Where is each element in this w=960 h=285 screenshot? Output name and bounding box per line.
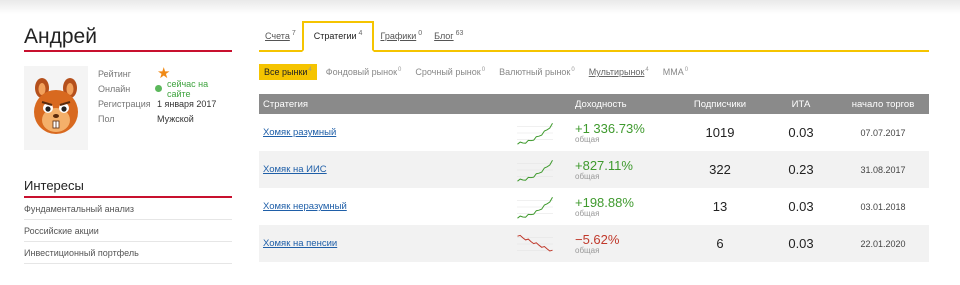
subscribers-value: 322 [709,162,731,177]
start-date: 03.01.2018 [860,201,906,212]
tab-blog-count: 63 [455,30,464,37]
yield-label: общая [575,245,600,255]
sparkline-up-icon [517,196,553,219]
strategy-link[interactable]: Хомяк неразумный [263,201,347,212]
interest-item[interactable]: Российские акции [24,220,232,242]
yield-value: +198.88% [575,194,634,210]
ita-value: 0.03 [788,125,814,140]
sparkline-up-icon [517,159,553,182]
tab-accounts-label: Счета [265,31,290,41]
table-row: Хомяк разумный +1 336.73% общая 1019 0.03… [259,114,929,151]
online-status: сейчас на сайте [166,78,209,99]
profile-body: Рейтинг ★ Онлайн сейчас на сайте Регистр… [24,66,232,166]
registration-label: Регистрация [98,98,151,109]
tab-charts-label: Графики [380,31,417,41]
filter-label: Валютный рынок [499,67,571,77]
filter-all-markets[interactable]: Все рынки4 [259,64,317,80]
tab-blog[interactable]: Блог 63 [428,30,469,50]
filter-count: 0 [398,67,402,73]
filter-label: Фондовый рынок [325,67,398,77]
sparkline-down-icon [517,234,553,252]
start-date: 31.08.2017 [860,164,906,175]
table-row: Хомяк неразумный +198.88% общая 13 0.03 0… [259,188,929,225]
tab-accounts-count: 7 [291,30,296,37]
start-date: 07.07.2017 [860,127,906,138]
gender-label: Пол [98,113,115,124]
table-header-row: Стратегия Доходность Подписчики ИТА нача… [259,94,929,114]
filter-count: 0 [571,67,575,73]
avatar[interactable] [24,66,88,150]
filter-futures-market[interactable]: Срочный рынок0 [410,64,490,80]
table-row: Хомяк на ИИС +827.11% общая 322 0.23 31.0… [259,151,929,188]
filter-currency-market[interactable]: Валютный рынок0 [494,64,580,80]
ita-value: 0.03 [788,236,814,251]
filter-count: 0 [481,67,486,73]
tab-charts[interactable]: Графики 0 [374,30,428,50]
yield-value: +827.11% [575,157,633,173]
interests-panel: Интересы Фундаментальный анализ Российск… [24,178,232,264]
header-spark [517,94,575,114]
profile-panel: Андрей Рейтинг ★ Онлайн сейчас на сайте … [24,24,232,166]
interest-item[interactable]: Инвестиционный портфель [24,242,232,264]
gender-row: Пол Мужской [98,111,232,126]
strategy-link[interactable]: Хомяк на ИИС [263,164,327,175]
strategies-table: Стратегия Доходность Подписчики ИТА нача… [259,94,929,262]
tab-accounts[interactable]: Счета 7 [259,30,302,50]
strategy-link[interactable]: Хомяк на пенсии [263,238,337,249]
ita-value: 0.23 [788,162,814,177]
header-yield[interactable]: Доходность [575,94,675,114]
rating-label: Рейтинг [98,68,132,79]
top-shadow [0,0,960,14]
yield-label: общая [575,208,600,218]
tab-strategies-label: Стратегии [313,31,357,41]
subscribers-value: 6 [716,236,724,251]
gender-value: Мужской [157,113,194,124]
tab-strategies[interactable]: Стратегии 4 [301,21,375,52]
filter-stock-market[interactable]: Фондовый рынок0 [321,64,407,80]
online-label: Онлайн [98,83,131,94]
filter-label: ММА [662,67,684,77]
header-subscribers[interactable]: Подписчики [675,94,765,114]
header-start[interactable]: начало торгов [837,94,929,114]
header-strategy[interactable]: Стратегия [259,94,517,114]
subscribers-value: 1019 [705,125,735,140]
yield-label: общая [575,134,600,144]
filter-count: 0 [684,67,689,73]
sparkline-up-icon [517,122,553,145]
interest-item[interactable]: Фундаментальный анализ [24,198,232,220]
yield-label: общая [575,171,600,181]
tab-charts-count: 0 [418,30,423,37]
filter-mma[interactable]: ММА0 [658,64,693,80]
filter-count: 4 [645,67,649,73]
filter-label: Срочный рынок [415,67,481,77]
tab-strategies-count: 4 [358,30,363,37]
market-filters: Все рынки4 Фондовый рынок0 Срочный рынок… [259,62,929,82]
online-row: Онлайн сейчас на сайте [98,78,232,99]
header-ita[interactable]: ИТА [765,94,837,114]
strategy-link[interactable]: Хомяк разумный [263,127,336,138]
registration-row: Регистрация 1 января 2017 [98,96,232,111]
tab-blog-label: Блог [434,31,454,41]
start-date: 22.01.2020 [860,238,906,249]
profile-info: Рейтинг ★ Онлайн сейчас на сайте Регистр… [98,66,232,126]
online-dot-icon [155,85,162,92]
filter-label: Все рынки [264,67,308,77]
tab-bar: Счета 7 Стратегии 4 Графики 0 Блог 63 [259,21,929,52]
filter-count: 4 [308,67,312,73]
content-panel: Счета 7 Стратегии 4 Графики 0 Блог 63 Все ры… [259,21,929,262]
table-row: Хомяк на пенсии −5.62% общая 6 0.03 22.01… [259,225,929,262]
yield-value: +1 336.73% [575,120,645,136]
yield-value: −5.62% [575,231,620,247]
subscribers-value: 13 [712,199,728,214]
hamster-avatar-icon [34,78,78,134]
registration-value: 1 января 2017 [157,98,217,109]
filter-multimarket[interactable]: Мультирынок4 [584,64,654,80]
interests-title: Интересы [24,178,232,198]
profile-name: Андрей [24,24,232,52]
filter-label: Мультирынок [588,67,645,77]
ita-value: 0.03 [788,199,814,214]
